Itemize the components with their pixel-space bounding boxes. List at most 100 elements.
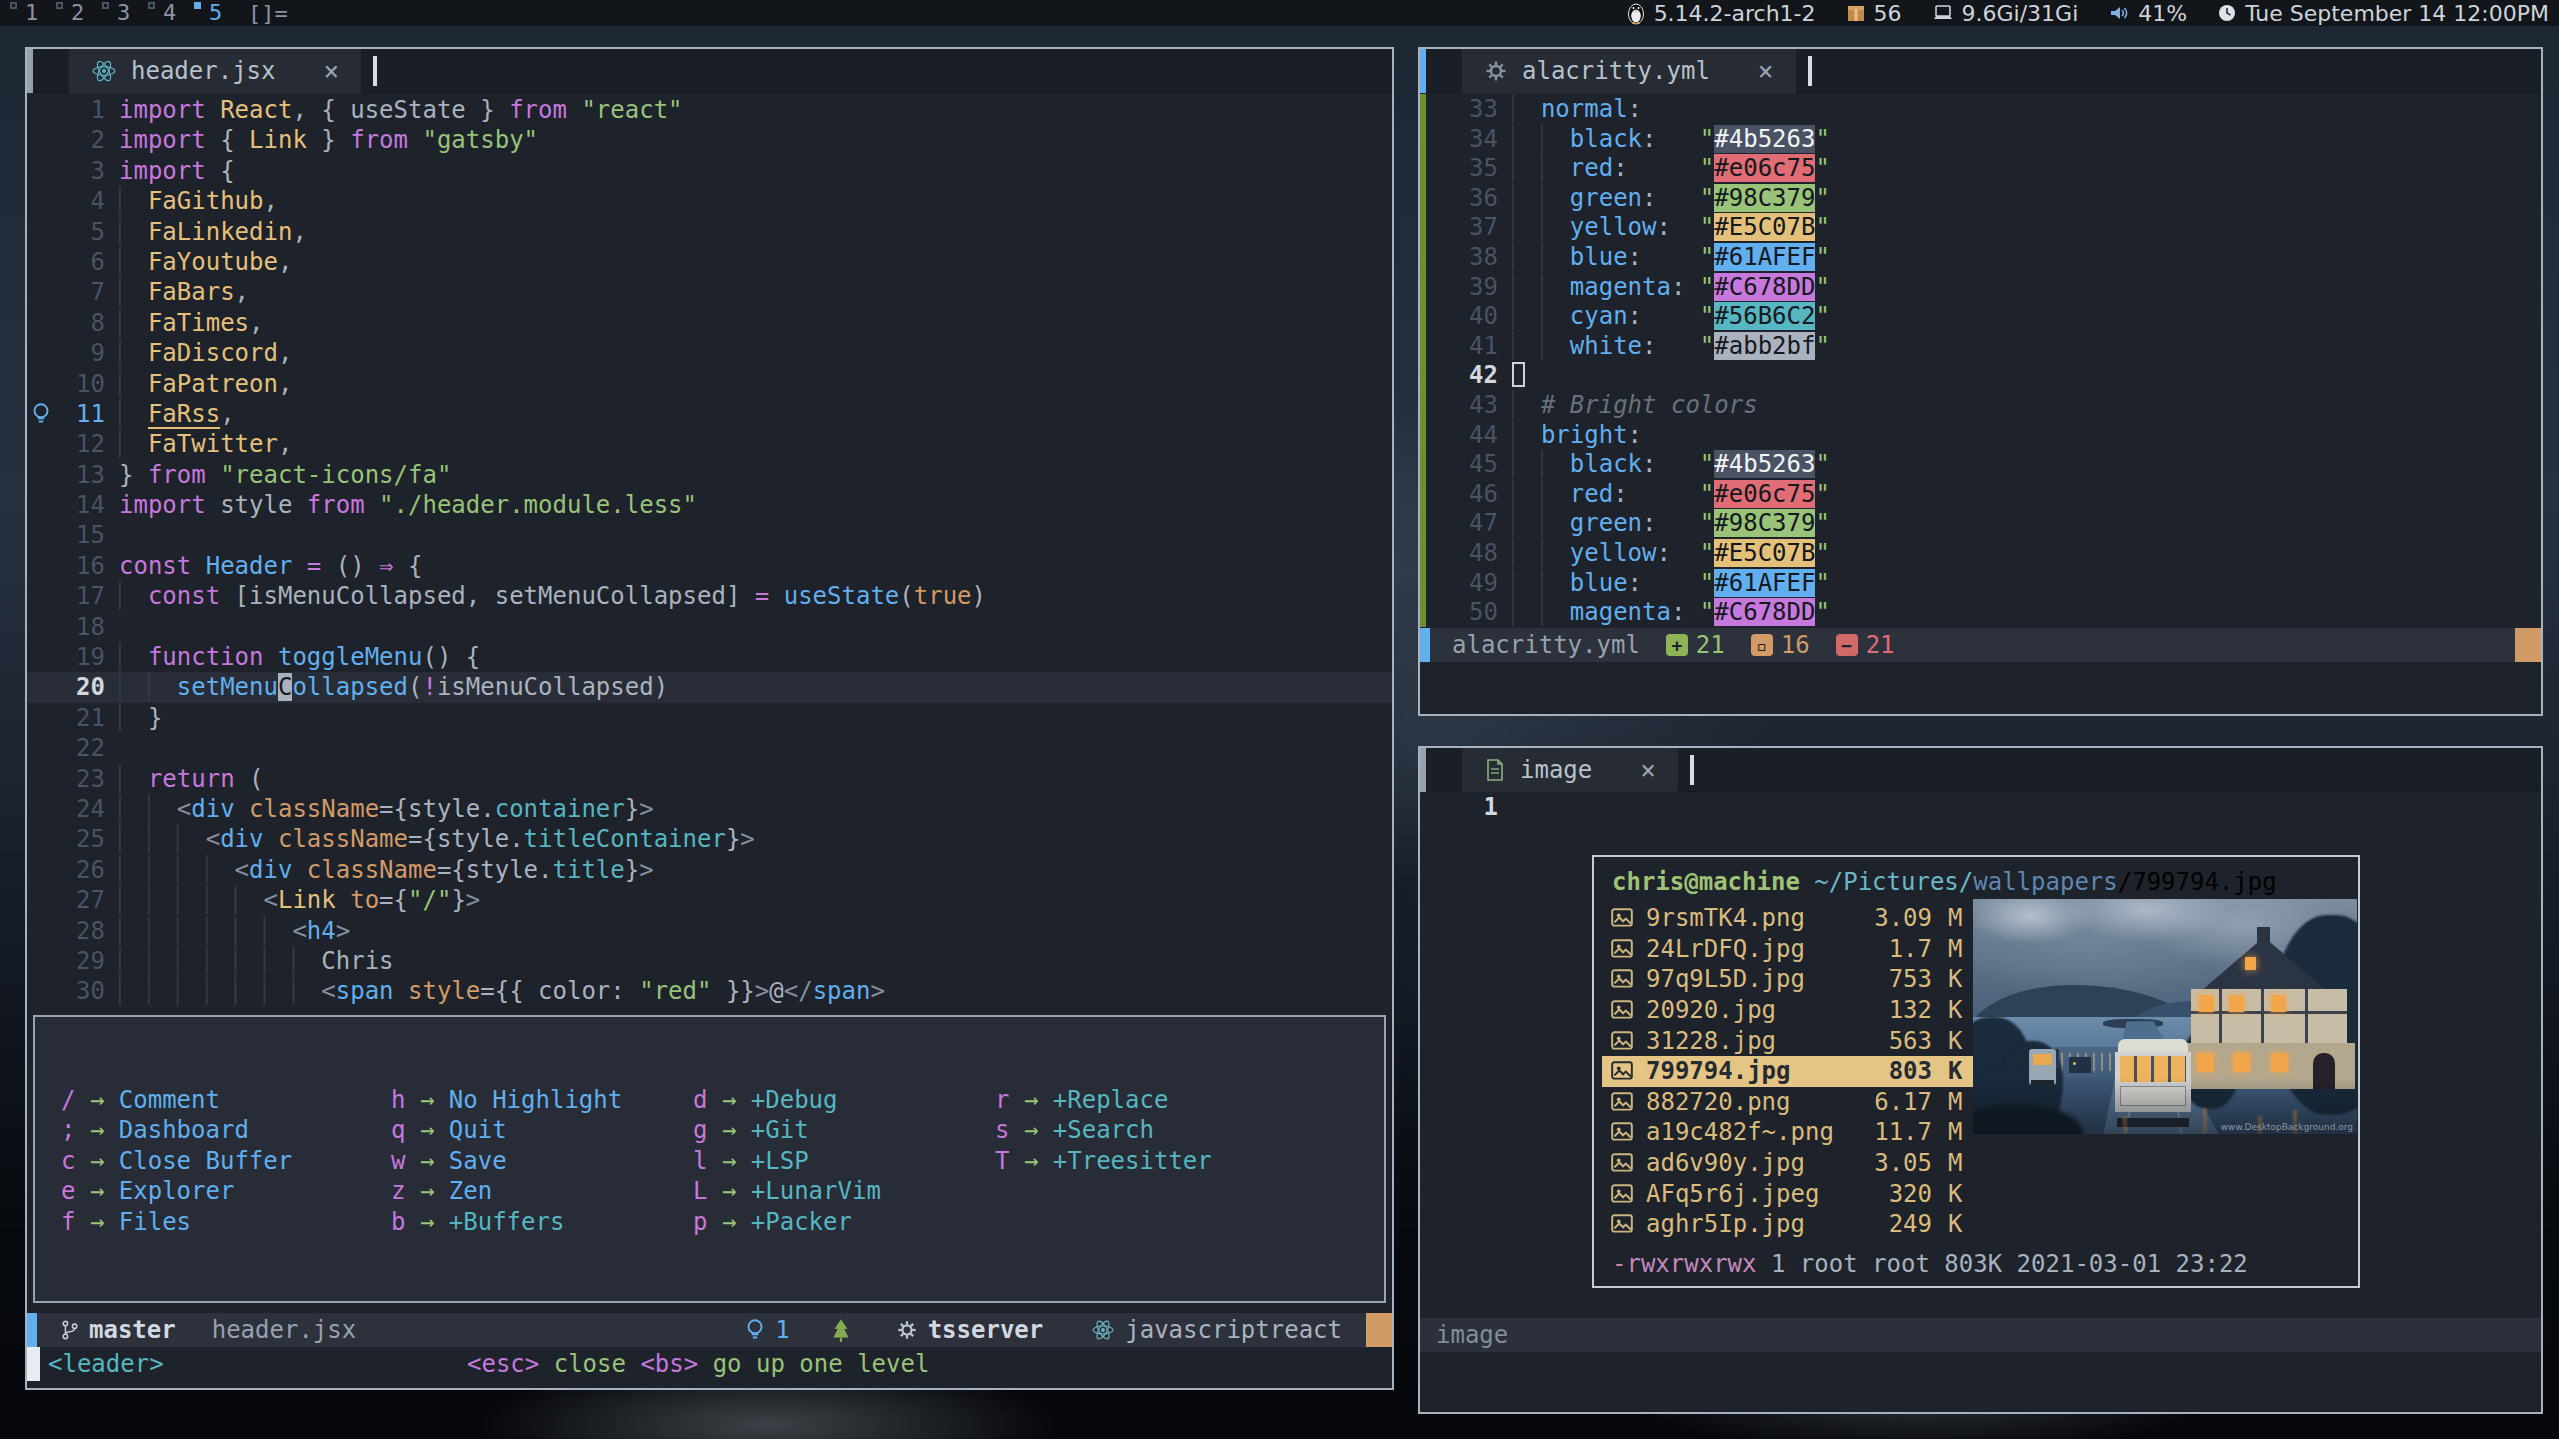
code-line[interactable]: 5▏ FaLinkedin, xyxy=(27,217,1392,247)
whichkey-entry[interactable]: z → Zen xyxy=(391,1176,622,1206)
scrollbar[interactable] xyxy=(27,49,33,93)
file-row[interactable]: 31228.jpg563K xyxy=(1602,1025,1974,1056)
whichkey-entry[interactable]: q → Quit xyxy=(391,1115,622,1145)
code-line[interactable]: 38▏ ▏ blue: "#61AFEF" xyxy=(1420,243,2541,273)
whichkey-entry[interactable]: s → +Search xyxy=(995,1115,1212,1145)
file-row[interactable]: 24LrDFQ.jpg1.7M xyxy=(1602,934,1974,965)
code-line[interactable]: 50▏ ▏ magenta: "#C678DD" xyxy=(1420,598,2541,628)
code-line[interactable]: 3import { xyxy=(27,156,1392,186)
code-line[interactable]: 24▏ ▏ <div className={style.container}> xyxy=(27,794,1392,824)
close-icon[interactable]: × xyxy=(1640,755,1656,785)
code-line[interactable]: 20▏ ▏ setMenuCollapsed(!isMenuCollapsed) xyxy=(27,672,1392,702)
workspace-3[interactable]: 3 xyxy=(100,0,138,26)
scrollbar[interactable] xyxy=(1420,49,1426,93)
code-line[interactable]: 48▏ ▏ yellow: "#E5C07B" xyxy=(1420,539,2541,569)
code-line[interactable]: 10▏ FaPatreon, xyxy=(27,369,1392,399)
file-row[interactable]: ad6v90y.jpg3.05M xyxy=(1602,1148,1974,1179)
code-line[interactable]: 1import React, { useState } from "react" xyxy=(27,95,1392,125)
lightbulb-icon[interactable] xyxy=(29,401,53,427)
code-line[interactable]: 41▏ ▏ white: "#abb2bf" xyxy=(1420,332,2541,362)
code-line[interactable]: 42 xyxy=(1420,361,2541,391)
code-line[interactable]: 13} from "react-icons/fa" xyxy=(27,460,1392,490)
code-line[interactable]: 9▏ FaDiscord, xyxy=(27,338,1392,368)
file-row[interactable]: a19c482f~.png11.7M xyxy=(1602,1117,1974,1148)
tab-alacritty-yml[interactable]: alacritty.yml × xyxy=(1462,49,1796,93)
code-line[interactable]: 30▏ ▏ ▏ ▏ ▏ ▏ ▏ <span style={{ color: "r… xyxy=(27,976,1392,1006)
layout-symbol[interactable]: []= xyxy=(248,1,288,26)
code-line[interactable]: 8▏ FaTimes, xyxy=(27,308,1392,338)
code-line[interactable]: 25▏ ▏ ▏ <div className={style.titleConta… xyxy=(27,824,1392,854)
whichkey-entry[interactable]: p → +Packer xyxy=(693,1207,881,1237)
code-line[interactable]: 36▏ ▏ green: "#98C379" xyxy=(1420,184,2541,214)
code-line[interactable]: 37▏ ▏ yellow: "#E5C07B" xyxy=(1420,213,2541,243)
code-line[interactable]: 40▏ ▏ cyan: "#56B6C2" xyxy=(1420,302,2541,332)
whichkey-entry[interactable]: g → +Git xyxy=(693,1115,881,1145)
file-row[interactable]: 20920.jpg132K xyxy=(1602,995,1974,1026)
tab-image[interactable]: image × xyxy=(1462,748,1678,792)
workspace-2[interactable]: 2 xyxy=(54,0,92,26)
whichkey-entry[interactable]: / → Comment xyxy=(61,1085,292,1115)
file-row[interactable]: aghr5Ip.jpg249K xyxy=(1602,1209,1974,1240)
workspace-1[interactable]: 1 xyxy=(8,0,46,26)
code-line[interactable]: 1 xyxy=(1420,792,2541,822)
code-line[interactable]: 49▏ ▏ blue: "#61AFEF" xyxy=(1420,569,2541,599)
code-line[interactable]: 6▏ FaYoutube, xyxy=(27,247,1392,277)
workspace-4[interactable]: 4 xyxy=(146,0,184,26)
whichkey-entry[interactable]: d → +Debug xyxy=(693,1085,881,1115)
code-line[interactable]: 15 xyxy=(27,520,1392,550)
code-line[interactable]: 16const Header = () ⇒ { xyxy=(27,551,1392,581)
code-line[interactable]: 2import { Link } from "gatsby" xyxy=(27,125,1392,155)
cmdline-left[interactable]: <leader> <esc> close <bs> go up one leve… xyxy=(27,1347,1392,1381)
whichkey-entry[interactable]: h → No Highlight xyxy=(391,1085,622,1115)
file-row[interactable]: 9rsmTK4.png3.09M xyxy=(1602,903,1974,934)
code-line[interactable]: 44▏ bright: xyxy=(1420,421,2541,451)
whichkey-entry[interactable]: ; → Dashboard xyxy=(61,1115,292,1145)
file-icon xyxy=(1484,758,1506,782)
code-line[interactable]: 33▏ normal: xyxy=(1420,95,2541,125)
workspace-5[interactable]: 5 xyxy=(192,0,230,26)
code-line[interactable]: 11▏ FaRss, xyxy=(27,399,1392,429)
git-branch-name[interactable]: master xyxy=(89,1316,176,1344)
code-line[interactable]: 21▏ } xyxy=(27,703,1392,733)
code-line[interactable]: 47▏ ▏ green: "#98C379" xyxy=(1420,509,2541,539)
file-row[interactable]: 97q9L5D.jpg753K xyxy=(1602,964,1974,995)
close-icon[interactable]: × xyxy=(324,56,340,86)
code-line[interactable]: 46▏ ▏ red: "#e06c75" xyxy=(1420,480,2541,510)
code-line[interactable]: 39▏ ▏ magenta: "#C678DD" xyxy=(1420,273,2541,303)
whichkey-entry[interactable]: b → +Buffers xyxy=(391,1207,622,1237)
code-line[interactable]: 26▏ ▏ ▏ ▏ <div className={style.title}> xyxy=(27,855,1392,885)
file-row[interactable]: 882720.png6.17M xyxy=(1602,1087,1974,1118)
code-line[interactable]: 22 xyxy=(27,733,1392,763)
code-line[interactable]: 14import style from "./header.module.les… xyxy=(27,490,1392,520)
code-line[interactable]: 7▏ FaBars, xyxy=(27,277,1392,307)
whichkey-entry[interactable]: f → Files xyxy=(61,1207,292,1237)
code-area[interactable]: 1import React, { useState } from "react"… xyxy=(27,93,1392,1007)
code-line[interactable]: 19▏ function toggleMenu() { xyxy=(27,642,1392,672)
code-area[interactable]: 33▏ normal:34▏ ▏ black: "#4b5263"35▏ ▏ r… xyxy=(1420,93,2541,628)
code-line[interactable]: 35▏ ▏ red: "#e06c75" xyxy=(1420,154,2541,184)
whichkey-entry[interactable]: e → Explorer xyxy=(61,1176,292,1206)
code-line[interactable]: 17▏ const [isMenuCollapsed, setMenuColla… xyxy=(27,581,1392,611)
whichkey-entry[interactable]: T → +Treesitter xyxy=(995,1146,1212,1176)
code-line[interactable]: 45▏ ▏ black: "#4b5263" xyxy=(1420,450,2541,480)
code-line[interactable]: 23▏ return ( xyxy=(27,764,1392,794)
whichkey-entry[interactable]: r → +Replace xyxy=(995,1085,1212,1115)
whichkey-entry[interactable]: c → Close Buffer xyxy=(61,1146,292,1176)
code-line[interactable]: 34▏ ▏ black: "#4b5263" xyxy=(1420,125,2541,155)
tab-header-jsx[interactable]: header.jsx × xyxy=(69,49,361,93)
scrollbar[interactable] xyxy=(1420,748,1426,792)
code-line[interactable]: 27▏ ▏ ▏ ▏ ▏ <Link to={"/"}> xyxy=(27,885,1392,915)
code-line[interactable]: 29▏ ▏ ▏ ▏ ▏ ▏ ▏ Chris xyxy=(27,946,1392,976)
file-row[interactable]: AFq5r6j.jpeg320K xyxy=(1602,1178,1974,1209)
git-added-icon: + xyxy=(1666,634,1688,656)
code-line[interactable]: 43▏ # Bright colors xyxy=(1420,391,2541,421)
code-line[interactable]: 4▏ FaGithub, xyxy=(27,186,1392,216)
close-icon[interactable]: × xyxy=(1758,56,1774,86)
code-line[interactable]: 18 xyxy=(27,612,1392,642)
whichkey-entry[interactable]: L → +LunarVim xyxy=(693,1176,881,1206)
whichkey-entry[interactable]: l → +LSP xyxy=(693,1146,881,1176)
whichkey-entry[interactable]: w → Save xyxy=(391,1146,622,1176)
code-line[interactable]: 12▏ FaTwitter, xyxy=(27,429,1392,459)
file-row[interactable]: 799794.jpg803K xyxy=(1602,1056,1974,1087)
code-line[interactable]: 28▏ ▏ ▏ ▏ ▏ ▏ <h4> xyxy=(27,916,1392,946)
